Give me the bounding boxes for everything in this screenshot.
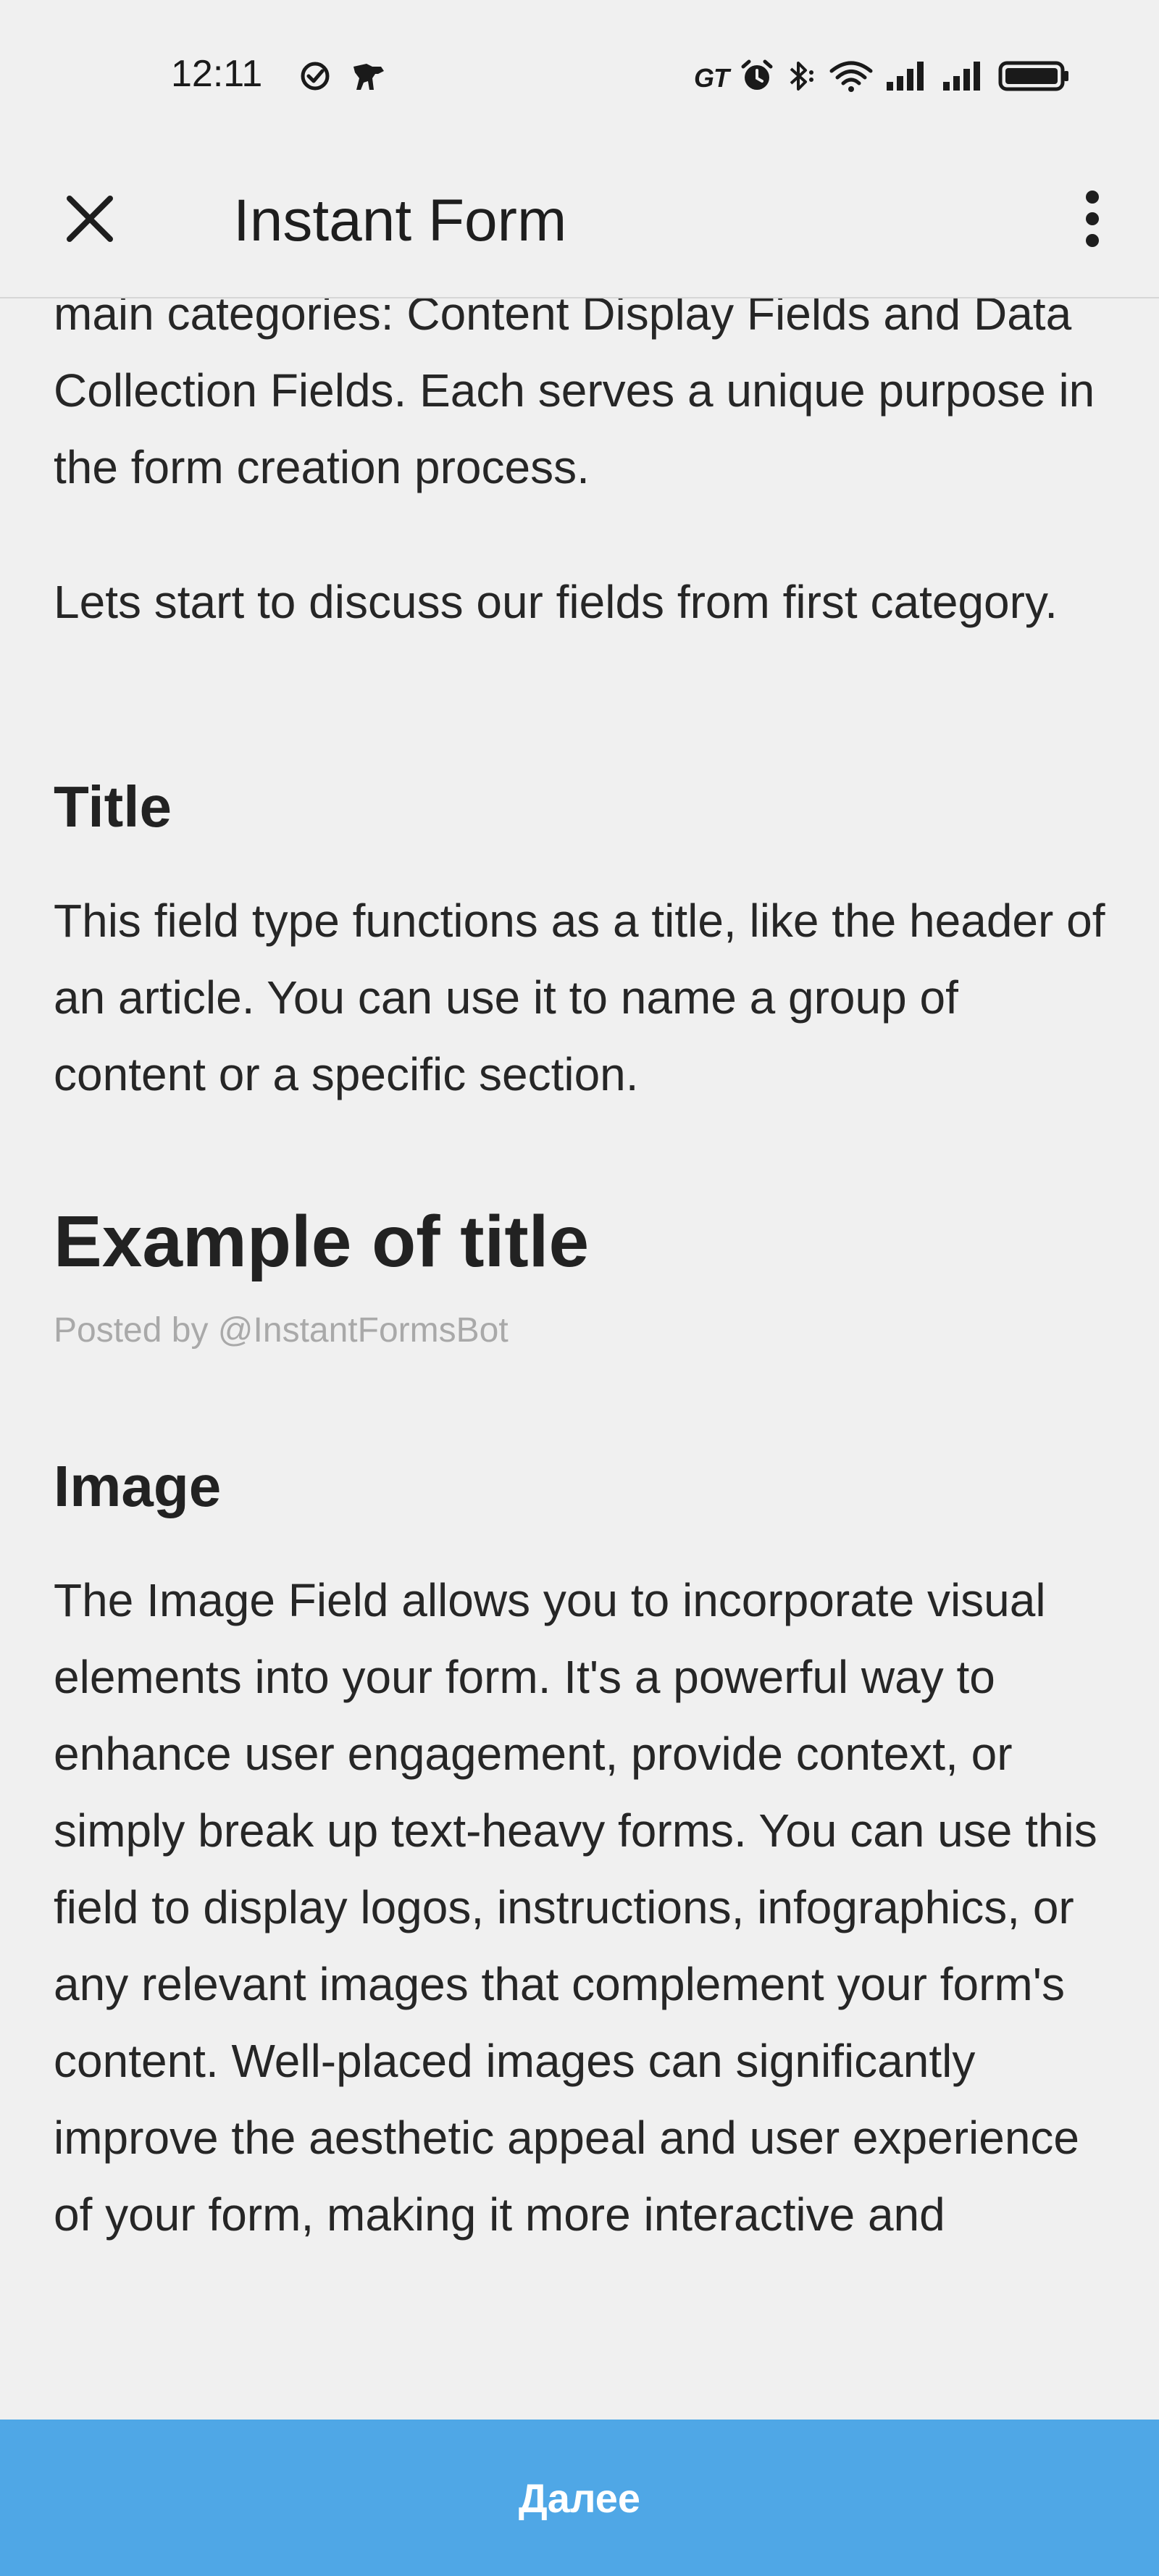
status-left-icons [300,61,385,95]
title-section-description: This field type functions as a title, li… [54,895,1105,1100]
content-inner: main categories: Content Display Fields … [54,275,1111,2253]
battery-icon [998,59,1071,96]
intro-paragraph: main categories: Content Display Fields … [54,288,1095,493]
check-circle-icon [300,61,330,95]
close-button[interactable] [52,183,127,258]
bluetooth-icon [785,59,817,96]
app-bar: Instant Form [0,145,1159,298]
close-icon [62,191,117,250]
example-title: Example of title [54,1201,590,1282]
signal-icon [942,60,987,96]
more-options-button[interactable] [1055,183,1130,258]
status-right-icons: GT [694,59,1071,96]
status-bar: 12:11 GT [0,0,1159,145]
content-area[interactable]: main categories: Content Display Fields … [0,275,1159,2420]
gt-label: GT [694,62,729,93]
alarm-icon [740,59,774,96]
wifi-icon [829,59,874,96]
more-vertical-icon [1084,190,1101,251]
next-button-label: Далее [518,2475,641,2521]
next-button[interactable]: Далее [0,2420,1159,2576]
lets-start-paragraph: Lets start to discuss our fields from fi… [54,576,1058,628]
dog-icon [351,61,385,95]
status-time: 12:11 [171,53,263,95]
title-section-heading: Title [54,774,172,839]
signal-icon [885,60,930,96]
app-title: Instant Form [233,188,567,254]
image-section-description: The Image Field allows you to incorporat… [54,1574,1097,2241]
posted-by-text: Posted by @InstantFormsBot [54,1311,509,1350]
image-section-heading: Image [54,1454,222,1518]
